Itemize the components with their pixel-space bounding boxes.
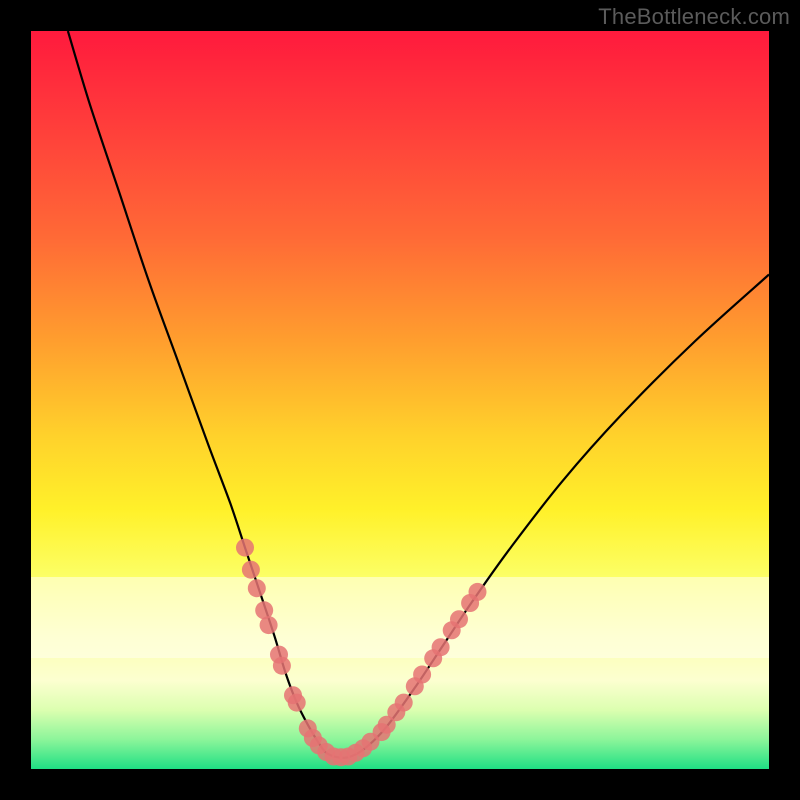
marker-group [236, 539, 487, 767]
plot-area [31, 31, 769, 769]
marker-dot [273, 657, 291, 675]
marker-dot [469, 583, 487, 601]
marker-dot [288, 694, 306, 712]
curve-layer [31, 31, 769, 769]
marker-dot [260, 616, 278, 634]
watermark-text: TheBottleneck.com [598, 4, 790, 30]
bottleneck-curve [68, 31, 769, 758]
marker-dot [242, 561, 260, 579]
marker-dot [450, 610, 468, 628]
chart-frame: TheBottleneck.com [0, 0, 800, 800]
marker-dot [236, 539, 254, 557]
marker-dot [248, 579, 266, 597]
marker-dot [432, 638, 450, 656]
marker-dot [395, 694, 413, 712]
marker-dot [413, 666, 431, 684]
